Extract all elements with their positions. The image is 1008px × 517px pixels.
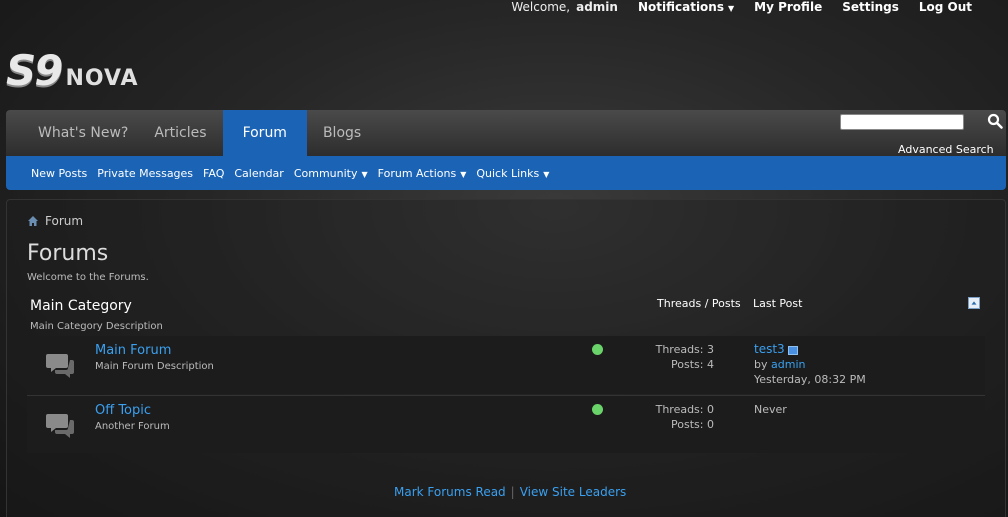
chevron-down-icon: ▼: [728, 4, 735, 13]
breadcrumb-forum[interactable]: Forum: [45, 214, 83, 228]
separator: |: [510, 485, 515, 499]
search-input[interactable]: [840, 114, 964, 130]
tab-forum[interactable]: Forum: [222, 110, 307, 156]
nav-new-posts[interactable]: New Posts: [31, 167, 87, 180]
last-post: Never: [754, 402, 787, 417]
nav-private-messages[interactable]: Private Messages: [97, 167, 193, 180]
last-post-time: Yesterday, 08:32 PM: [754, 373, 866, 386]
posts-count: Posts: 4: [671, 358, 714, 371]
last-post: test3 by admin Yesterday, 08:32 PM: [754, 342, 866, 387]
nav-forum-actions-menu[interactable]: Forum Actions ▼: [378, 167, 467, 180]
nav-community-label: Community: [293, 166, 358, 180]
site-logo[interactable]: S9 NOVA: [6, 46, 139, 95]
nav-calendar[interactable]: Calendar: [234, 167, 283, 180]
last-post-by-prefix: by: [754, 358, 768, 371]
forum-description: Main Forum Description: [95, 361, 214, 372]
forum-name[interactable]: Main Forum: [95, 343, 171, 358]
nav-forum-actions-label: Forum Actions: [377, 166, 457, 180]
notifications-menu[interactable]: Notifications ▼: [638, 0, 734, 16]
forum-stats: Threads: 0 Posts: 0: [587, 402, 714, 432]
threads-count: Threads: 3: [655, 343, 714, 356]
forum-stats: Threads: 3 Posts: 4: [587, 342, 714, 372]
forum-chat-icon: [46, 354, 74, 378]
forum-description: Another Forum: [95, 421, 170, 432]
view-site-leaders-link[interactable]: View Site Leaders: [520, 485, 627, 499]
nav-quick-links-label: Quick Links: [476, 166, 540, 180]
username[interactable]: admin: [576, 0, 618, 14]
breadcrumb: Forum: [27, 214, 83, 228]
settings-link[interactable]: Settings: [842, 0, 899, 16]
page-title: Forums: [27, 241, 109, 266]
posts-count: Posts: 0: [671, 418, 714, 431]
mark-forums-read-link[interactable]: Mark Forums Read: [394, 485, 506, 499]
forum-row: Main Forum Main Forum Description Thread…: [27, 336, 985, 394]
nav-quick-links-menu[interactable]: Quick Links ▼: [476, 167, 549, 180]
footer-links: Mark Forums Read | View Site Leaders: [394, 485, 626, 499]
welcome-text: Welcome, admin: [511, 0, 618, 16]
logout-link[interactable]: Log Out: [919, 0, 972, 16]
my-profile-link[interactable]: My Profile: [754, 0, 822, 16]
nav-faq[interactable]: FAQ: [203, 167, 224, 180]
search-icon[interactable]: [987, 113, 1003, 129]
chevron-down-icon: ▼: [460, 169, 467, 179]
welcome-label: Welcome,: [511, 0, 571, 14]
user-bar: Welcome, admin Notifications ▼ My Profile …: [511, 0, 1008, 16]
advanced-search-link[interactable]: Advanced Search: [898, 143, 994, 156]
category-title[interactable]: Main Category: [30, 298, 132, 314]
nav-community-menu[interactable]: Community ▼: [294, 167, 368, 180]
last-post-never: Never: [754, 403, 787, 416]
forum-name[interactable]: Off Topic: [95, 403, 151, 418]
home-icon[interactable]: [27, 215, 39, 227]
goto-last-post-icon[interactable]: [787, 345, 798, 355]
page-description: Welcome to the Forums.: [27, 272, 149, 283]
nav-subbar: New Posts Private Messages FAQ Calendar …: [6, 156, 1006, 190]
column-last-post: Last Post: [753, 297, 803, 310]
last-post-author[interactable]: admin: [771, 358, 805, 371]
threads-count: Threads: 0: [655, 403, 714, 416]
tab-whats-new[interactable]: What's New?: [28, 110, 138, 156]
forum-chat-icon: [46, 414, 74, 438]
logo-text: NOVA: [65, 66, 139, 91]
forum-row: Off Topic Another Forum Threads: 0 Posts…: [27, 395, 985, 453]
tab-articles[interactable]: Articles: [144, 110, 216, 156]
tab-blogs[interactable]: Blogs: [313, 110, 371, 156]
chevron-down-icon: ▼: [543, 169, 550, 179]
column-threads-posts: Threads / Posts: [657, 297, 741, 310]
collapse-icon[interactable]: [968, 297, 980, 309]
chevron-down-icon: ▼: [361, 169, 368, 179]
notifications-label: Notifications: [637, 0, 724, 14]
last-post-title[interactable]: test3: [754, 342, 785, 356]
logo-mark: S9: [6, 46, 64, 95]
category-description: Main Category Description: [30, 321, 163, 332]
